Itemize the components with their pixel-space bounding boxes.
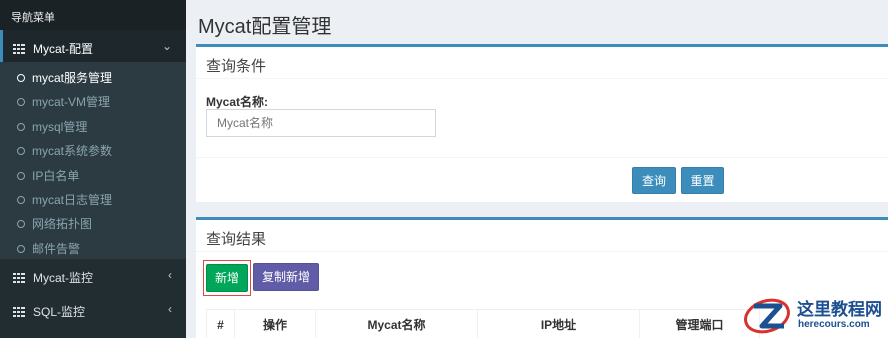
nav-header: 导航菜单	[0, 0, 186, 30]
circle-icon	[17, 171, 25, 180]
submenu-label: mycat日志管理	[32, 192, 113, 207]
menu-label: SQL-监控	[33, 305, 86, 320]
main-content: Mycat配置管理 查询条件 Mycat名称: 查询 重置 查询结果 新增 复制…	[186, 0, 888, 338]
submenu-label: mycat服务管理	[32, 71, 113, 85]
submenu-item-mycat-service[interactable]: mycat服务管理	[0, 64, 186, 88]
column-header-ip[interactable]: IP地址	[477, 309, 640, 338]
circle-icon	[17, 147, 25, 156]
submenu-mycat-config: mycat服务管理 mycat-VM管理 mysql管理 mycat系统参数 I…	[0, 62, 186, 260]
mycat-name-input[interactable]	[206, 109, 436, 137]
submenu-label: 网络拓扑图	[32, 217, 93, 232]
submenu-item-mycat-vm[interactable]: mycat-VM管理	[0, 88, 186, 112]
circle-icon	[17, 220, 25, 229]
page-title: Mycat配置管理	[198, 16, 332, 38]
query-box-title: 查询条件	[196, 47, 888, 79]
submenu-label: mycat-VM管理	[32, 95, 111, 110]
query-box-footer: 查询 重置	[196, 157, 888, 202]
chevron-left-icon: ‹	[168, 302, 172, 317]
menu-mycat-monitor[interactable]: Mycat-监控 ‹	[0, 259, 186, 293]
menu-label: Mycat-监控	[33, 271, 94, 286]
watermark-logo-icon	[744, 298, 790, 334]
sidebar: 导航菜单 Mycat-配置 ⌄ mycat服务管理 mycat-VM管理 mys…	[0, 0, 186, 338]
submenu-item-mail-alert[interactable]: 邮件告警	[0, 235, 186, 259]
copy-add-button[interactable]: 复制新增	[253, 263, 319, 291]
menu-mycat-config[interactable]: Mycat-配置 ⌄	[0, 30, 186, 62]
submenu-item-system-params[interactable]: mycat系统参数	[0, 137, 186, 161]
watermark-title: 这里教程网	[797, 300, 882, 320]
chevron-down-icon: ⌄	[161, 39, 172, 53]
submenu-item-ip-whitelist[interactable]: IP白名单	[0, 162, 186, 186]
submenu-label: mycat系统参数	[32, 144, 113, 159]
submenu-label: mysql管理	[32, 119, 88, 134]
grid-icon	[13, 273, 25, 284]
query-box: 查询条件 Mycat名称: 查询 重置	[196, 44, 888, 202]
result-box-title: 查询结果	[196, 220, 888, 252]
circle-icon	[17, 74, 25, 82]
menu-label: Mycat-配置	[33, 42, 94, 56]
reset-button[interactable]: 重置	[681, 167, 724, 194]
query-button[interactable]: 查询	[632, 167, 676, 194]
chevron-left-icon: ‹	[168, 268, 172, 283]
grid-icon	[13, 44, 25, 54]
menu-sql-monitor[interactable]: SQL-监控 ‹	[0, 293, 186, 327]
add-button[interactable]: 新增	[206, 264, 248, 292]
mycat-name-label: Mycat名称:	[206, 95, 269, 109]
submenu-item-mysql[interactable]: mysql管理	[0, 113, 186, 137]
circle-icon	[17, 244, 25, 253]
circle-icon	[17, 98, 25, 107]
column-header-actions[interactable]: 操作	[234, 309, 316, 338]
watermark: 这里教程网 herecours.com	[740, 292, 888, 338]
circle-icon	[17, 195, 25, 204]
circle-icon	[17, 122, 25, 131]
results-table: # 操作 Mycat名称 IP地址 管理端口	[206, 309, 760, 338]
watermark-url: herecours.com	[798, 319, 870, 330]
submenu-item-log[interactable]: mycat日志管理	[0, 186, 186, 210]
column-header-mycat-name[interactable]: Mycat名称	[315, 309, 478, 338]
grid-icon	[13, 307, 25, 318]
submenu-label: 邮件告警	[32, 241, 81, 256]
table-header-row: # 操作 Mycat名称 IP地址 管理端口	[206, 309, 760, 338]
submenu-item-topology[interactable]: 网络拓扑图	[0, 210, 186, 234]
add-button-highlight: 新增	[203, 260, 251, 296]
submenu-label: IP白名单	[32, 168, 80, 183]
column-header-index[interactable]: #	[206, 309, 235, 338]
